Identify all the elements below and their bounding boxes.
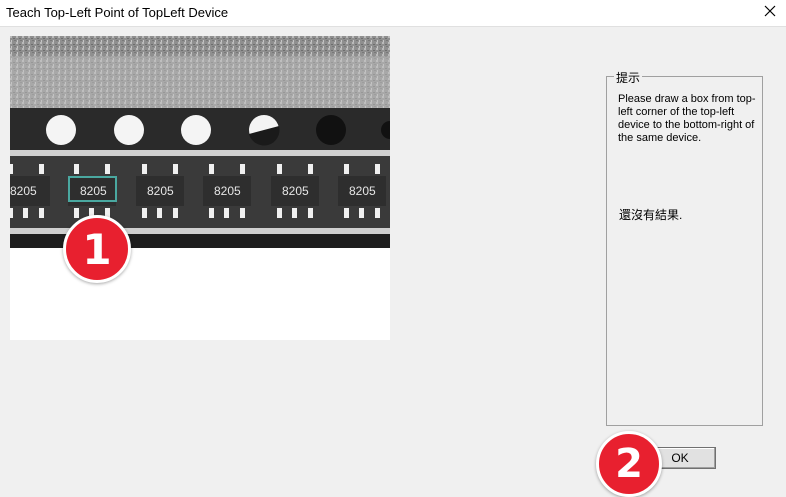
chip-label: 8205 (147, 184, 174, 198)
close-icon (764, 4, 776, 22)
camera-image-panel[interactable]: 8205 8205 8205 8205 8205 8205 (10, 36, 390, 340)
window-title: Teach Top-Left Point of TopLeft Device (6, 5, 229, 20)
instruction-text: Please draw a box from top-left corner o… (618, 93, 756, 144)
tape-image: 8205 8205 8205 8205 8205 8205 (10, 36, 390, 248)
title-divider (0, 26, 786, 27)
step-badge-1: 1 (63, 215, 131, 283)
step-badge-2: 2 (596, 431, 662, 497)
chip-label: 8205 (10, 184, 37, 198)
title-bar: Teach Top-Left Point of TopLeft Device (0, 0, 786, 26)
chip-label: 8205 (214, 184, 241, 198)
chip-label: 8205 (282, 184, 309, 198)
chip-label: 8205 (349, 184, 376, 198)
result-text: 還沒有結果. (619, 208, 683, 222)
hint-group-legend: 提示 (614, 69, 643, 86)
close-button[interactable] (754, 0, 786, 26)
chip-label: 8205 (80, 184, 107, 198)
